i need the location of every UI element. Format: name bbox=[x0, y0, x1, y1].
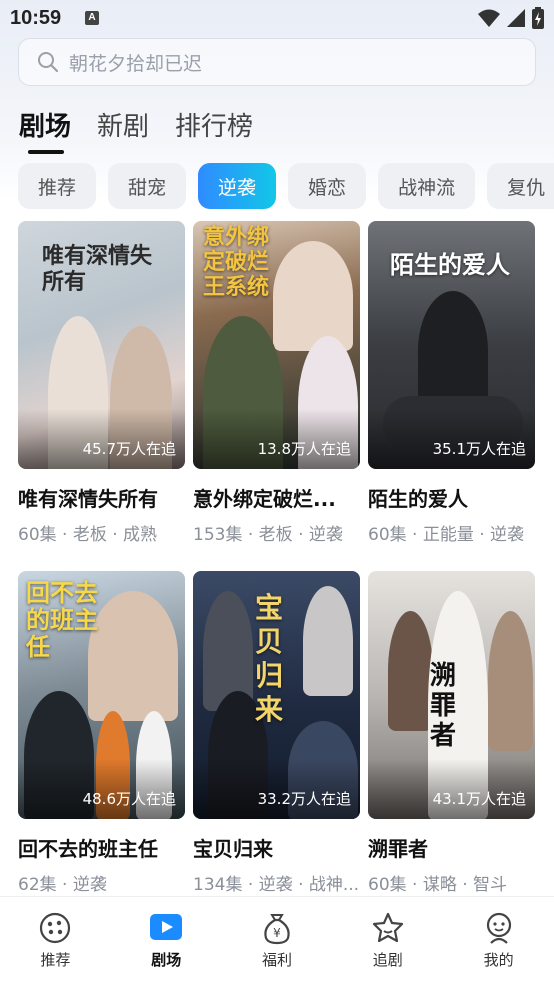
drama-card[interactable]: 陌生的爱人 35.1万人在追 陌生的爱人 60集 · 正能量 · 逆袭 bbox=[368, 221, 535, 545]
nav-label: 我的 bbox=[483, 951, 514, 969]
drama-meta: 60集 · 正能量 · 逆袭 bbox=[368, 525, 525, 545]
nav-label: 福利 bbox=[261, 951, 292, 969]
poster-title: 宝贝归来 bbox=[255, 591, 284, 726]
discover-icon bbox=[40, 912, 71, 944]
drama-title: 溯罪者 bbox=[368, 837, 428, 861]
drama-poster[interactable]: 宝贝归来 33.2万人在追 bbox=[193, 571, 360, 819]
top-tabs: 剧场 新剧 排行榜 bbox=[19, 106, 253, 154]
status-time: 10:59 bbox=[10, 7, 62, 29]
tab-ranking[interactable]: 排行榜 bbox=[175, 106, 253, 150]
nav-label: 剧场 bbox=[151, 951, 182, 969]
drama-card[interactable]: 唯有深情失所有 45.7万人在追 唯有深情失所有 60集 · 老板 · 成熟 bbox=[18, 221, 185, 545]
drama-card[interactable]: 宝贝归来 33.2万人在追 宝贝归来 134集 · 逆袭 · 战神... bbox=[193, 571, 360, 895]
profile-icon bbox=[486, 912, 511, 944]
drama-title: 陌生的爱人 bbox=[368, 487, 468, 511]
nav-follow[interactable]: 追剧 bbox=[332, 897, 443, 984]
battery-icon bbox=[532, 7, 544, 29]
poster-title: 溯罪者 bbox=[430, 661, 457, 751]
tab-theater[interactable]: 剧场 bbox=[19, 106, 71, 154]
svg-text:¥: ¥ bbox=[273, 926, 281, 940]
drama-poster[interactable]: 回不去的班主任 48.6万人在追 bbox=[18, 571, 185, 819]
drama-title: 回不去的班主任 bbox=[18, 837, 158, 861]
poster-title: 陌生的爱人 bbox=[390, 250, 510, 279]
chip-sweet[interactable]: 甜宠 bbox=[108, 163, 187, 209]
nav-label: 追剧 bbox=[372, 951, 403, 969]
nav-mine[interactable]: 我的 bbox=[443, 897, 554, 984]
status-bar: 10:59 A bbox=[0, 0, 554, 38]
drama-card[interactable]: 意外绑定破烂王系统 13.8万人在追 意外绑定破烂... 153集 · 老板 ·… bbox=[193, 221, 360, 545]
drama-poster[interactable]: 意外绑定破烂王系统 13.8万人在追 bbox=[193, 221, 360, 469]
play-icon bbox=[150, 914, 183, 940]
nav-label: 推荐 bbox=[40, 951, 71, 969]
view-count: 13.8万人在追 bbox=[257, 440, 351, 458]
drama-grid: 唯有深情失所有 45.7万人在追 唯有深情失所有 60集 · 老板 · 成熟 意… bbox=[18, 221, 538, 895]
drama-title: 意外绑定破烂... bbox=[193, 487, 336, 511]
signal-icon bbox=[507, 9, 525, 27]
poster-title: 回不去的班主任 bbox=[26, 578, 98, 661]
view-count: 48.6万人在追 bbox=[82, 790, 176, 808]
nav-welfare[interactable]: ¥ 福利 bbox=[222, 897, 333, 984]
search-placeholder: 朝花夕拾却已迟 bbox=[69, 52, 203, 75]
poster-title: 意外绑定破烂王系统 bbox=[203, 224, 270, 300]
search-icon bbox=[38, 52, 59, 73]
drama-meta: 62集 · 逆袭 bbox=[18, 875, 107, 895]
chip-revenge[interactable]: 复仇 bbox=[487, 163, 554, 209]
drama-title: 唯有深情失所有 bbox=[18, 487, 158, 511]
drama-card[interactable]: 回不去的班主任 48.6万人在追 回不去的班主任 62集 · 逆袭 bbox=[18, 571, 185, 895]
chip-war-god[interactable]: 战神流 bbox=[378, 163, 476, 209]
status-icons bbox=[478, 7, 544, 29]
chip-comeback[interactable]: 逆袭 bbox=[198, 163, 277, 209]
view-count: 33.2万人在追 bbox=[257, 790, 351, 808]
drama-meta: 60集 · 谋略 · 智斗 bbox=[368, 875, 508, 895]
drama-meta: 60集 · 老板 · 成熟 bbox=[18, 525, 158, 545]
category-chips: 推荐 甜宠 逆袭 婚恋 战神流 复仇 bbox=[18, 163, 554, 209]
drama-title: 宝贝归来 bbox=[193, 837, 273, 861]
bottom-nav: 推荐 剧场 ¥ 福利 追剧 我的 bbox=[0, 896, 554, 984]
poster-title: 唯有深情失所有 bbox=[42, 243, 153, 295]
nav-theater[interactable]: 剧场 bbox=[111, 897, 222, 984]
chip-recommend[interactable]: 推荐 bbox=[18, 163, 97, 209]
search-input[interactable]: 朝花夕拾却已迟 bbox=[18, 38, 536, 86]
nav-recommend[interactable]: 推荐 bbox=[0, 897, 111, 984]
chip-romance[interactable]: 婚恋 bbox=[288, 163, 367, 209]
drama-poster[interactable]: 陌生的爱人 35.1万人在追 bbox=[368, 221, 535, 469]
star-icon bbox=[372, 912, 403, 943]
wifi-icon bbox=[478, 9, 500, 27]
drama-meta: 134集 · 逆袭 · 战神... bbox=[193, 875, 360, 895]
view-count: 45.7万人在追 bbox=[82, 440, 176, 458]
view-count: 35.1万人在追 bbox=[432, 440, 526, 458]
drama-card[interactable]: 溯罪者 43.1万人在追 溯罪者 60集 · 谋略 · 智斗 bbox=[368, 571, 535, 895]
view-count: 43.1万人在追 bbox=[432, 790, 526, 808]
notification-a-icon: A bbox=[85, 11, 99, 25]
drama-poster[interactable]: 溯罪者 43.1万人在追 bbox=[368, 571, 535, 819]
drama-poster[interactable]: 唯有深情失所有 45.7万人在追 bbox=[18, 221, 185, 469]
money-bag-icon: ¥ bbox=[264, 914, 290, 945]
drama-meta: 153集 · 老板 · 逆袭 bbox=[193, 525, 343, 545]
tab-new-drama[interactable]: 新剧 bbox=[97, 106, 149, 150]
